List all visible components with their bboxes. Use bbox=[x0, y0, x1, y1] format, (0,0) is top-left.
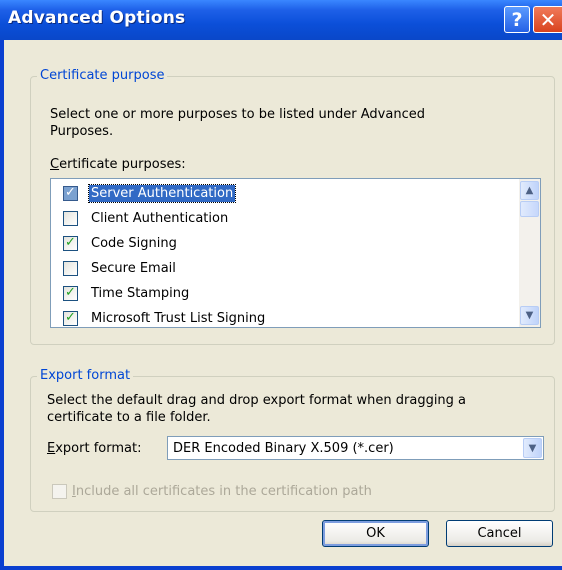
export-description-line2: certificate to a file folder. bbox=[47, 410, 211, 425]
certificate-purposes-label: Certificate purposes: bbox=[50, 156, 186, 173]
list-scrollbar[interactable]: ▲ ▼ bbox=[519, 179, 540, 327]
certificate-purpose-legend: Certificate purpose bbox=[37, 68, 168, 84]
list-item-time-stamping[interactable]: ✓ Time Stamping bbox=[51, 282, 511, 306]
check-icon: ✓ bbox=[65, 235, 76, 250]
export-description-line1: Select the default drag and drop export … bbox=[47, 393, 467, 408]
scroll-thumb[interactable] bbox=[520, 201, 539, 217]
checkbox-server-authentication[interactable]: ✓ bbox=[63, 185, 78, 201]
checkbox-time-stamping[interactable]: ✓ bbox=[63, 285, 78, 301]
checkbox-code-signing[interactable]: ✓ bbox=[63, 235, 78, 251]
advanced-options-dialog: Advanced Options ? ✕ Certificate purpose… bbox=[0, 0, 562, 570]
list-item-label: Server Authentication bbox=[87, 184, 237, 203]
dialog-title: Advanced Options bbox=[8, 8, 186, 28]
export-format-label-rest: xport format: bbox=[55, 441, 142, 456]
checkbox-client-authentication[interactable] bbox=[63, 211, 78, 226]
ok-button[interactable]: OK bbox=[322, 520, 429, 547]
include-all-certificates-checkbox[interactable] bbox=[52, 484, 67, 499]
check-icon: ✓ bbox=[65, 285, 76, 300]
close-button[interactable]: ✕ bbox=[533, 6, 562, 33]
purpose-description-line2: Purposes. bbox=[50, 124, 114, 139]
certificate-purposes-list[interactable]: ✓ Server Authentication Client Authentic… bbox=[50, 178, 541, 328]
title-bar[interactable]: Advanced Options ? ✕ bbox=[0, 0, 562, 40]
scroll-down-icon[interactable]: ▼ bbox=[520, 306, 539, 325]
list-item-server-authentication[interactable]: ✓ Server Authentication bbox=[51, 182, 511, 206]
mnemonic-c: C bbox=[50, 157, 60, 172]
check-icon: ✓ bbox=[65, 310, 76, 325]
window-frame-bottom bbox=[0, 566, 562, 570]
export-format-value: DER Encoded Binary X.509 (*.cer) bbox=[173, 441, 394, 456]
list-item-code-signing[interactable]: ✓ Code Signing bbox=[51, 232, 511, 256]
scroll-up-icon[interactable]: ▲ bbox=[520, 181, 539, 200]
list-item-label: Secure Email bbox=[91, 261, 176, 276]
purpose-description-line1: Select one or more purposes to be listed… bbox=[50, 107, 425, 122]
check-icon: ✓ bbox=[65, 185, 76, 200]
list-item-secure-email[interactable]: Secure Email bbox=[51, 257, 511, 281]
mnemonic-e: E bbox=[47, 441, 56, 456]
list-item-client-authentication[interactable]: Client Authentication bbox=[51, 207, 511, 231]
include-all-certificates-label-rest: nclude all certificates in the certifica… bbox=[75, 484, 372, 499]
list-item-label: Microsoft Trust List Signing bbox=[91, 311, 266, 326]
export-format-select[interactable]: DER Encoded Binary X.509 (*.cer) ▼ bbox=[167, 436, 544, 460]
cancel-button[interactable]: Cancel bbox=[446, 520, 553, 547]
export-format-legend: Export format bbox=[37, 368, 134, 384]
include-all-certificates-label: Include all certificates in the certific… bbox=[72, 483, 372, 500]
checkbox-microsoft-trust-list-signing[interactable]: ✓ bbox=[63, 310, 78, 326]
help-button[interactable]: ? bbox=[504, 6, 530, 33]
list-item-microsoft-trust-list-signing[interactable]: ✓ Microsoft Trust List Signing bbox=[51, 307, 511, 327]
export-format-label: Export format: bbox=[47, 440, 141, 457]
checkbox-secure-email[interactable] bbox=[63, 261, 78, 276]
certificate-purposes-label-rest: ertificate purposes: bbox=[59, 157, 186, 172]
chevron-down-icon[interactable]: ▼ bbox=[523, 438, 542, 458]
list-item-label: Code Signing bbox=[91, 236, 177, 251]
list-item-label: Client Authentication bbox=[91, 211, 229, 226]
list-item-label: Time Stamping bbox=[91, 286, 190, 301]
